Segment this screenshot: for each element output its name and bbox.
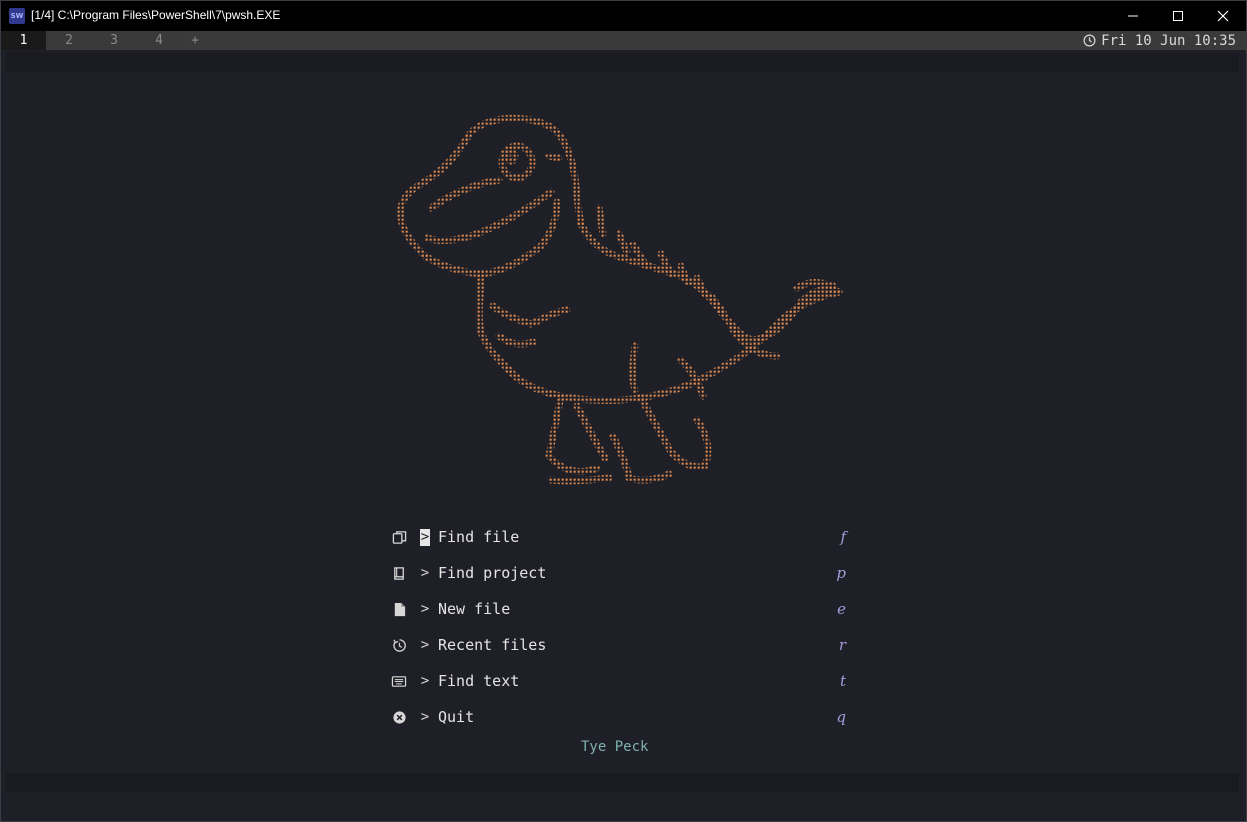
- maximize-button[interactable]: [1155, 1, 1201, 31]
- shortcut-key: e: [837, 600, 846, 618]
- footer-author: Tye Peck: [581, 739, 649, 755]
- clock-icon: [1083, 34, 1096, 47]
- menu-item-label: New file: [438, 600, 511, 618]
- tab-bar: 1 2 3 4 + Fri 10 Jun 10:35: [1, 31, 1246, 50]
- shortcut-key: t: [839, 672, 846, 690]
- menu-item-new-file[interactable]: > New file e: [391, 591, 846, 627]
- tab-4[interactable]: 4: [146, 31, 172, 50]
- menu-item-find-project[interactable]: > Find project p: [391, 555, 846, 591]
- menu-item-label: Recent files: [438, 636, 547, 654]
- files-icon: [391, 529, 407, 545]
- close-circle-icon: [391, 709, 407, 725]
- shortcut-key: p: [836, 564, 846, 582]
- cursor-arrow: >: [420, 529, 430, 546]
- window-title: [1/4] C:\Program Files\PowerShell\7\pwsh…: [31, 8, 281, 22]
- menu-item-recent-files[interactable]: > Recent files r: [391, 627, 846, 663]
- menu-arrow: >: [420, 601, 430, 617]
- shortcut-key: r: [838, 636, 846, 654]
- dashboard-menu: > Find file f > Find project p > New fil…: [391, 519, 846, 735]
- minimize-button[interactable]: [1110, 1, 1156, 31]
- tab-3[interactable]: 3: [101, 31, 127, 50]
- terminal-window: SW [1/4] C:\Program Files\PowerShell\7\p…: [0, 0, 1247, 822]
- close-button[interactable]: [1200, 1, 1246, 31]
- menu-arrow: >: [420, 673, 430, 689]
- menu-item-label: Quit: [438, 708, 475, 726]
- maximize-icon: [1173, 11, 1183, 21]
- title-bar[interactable]: SW [1/4] C:\Program Files\PowerShell\7\p…: [1, 1, 1246, 31]
- menu-item-label: Find text: [438, 672, 520, 690]
- file-icon: [391, 601, 407, 617]
- shortcut-key: f: [840, 528, 846, 546]
- menu-item-label: Find file: [438, 528, 520, 546]
- menu-arrow: >: [420, 565, 430, 581]
- tab-2[interactable]: 2: [56, 31, 82, 50]
- close-icon: [1217, 10, 1229, 22]
- top-line: [6, 52, 1239, 72]
- clock: Fri 10 Jun 10:35: [1083, 31, 1236, 50]
- menu-arrow: >: [420, 709, 430, 725]
- book-icon: [391, 565, 407, 581]
- menu-item-find-text[interactable]: > Find text t: [391, 663, 846, 699]
- status-line: [6, 773, 1239, 792]
- minimize-icon: [1128, 15, 1138, 17]
- tab-1[interactable]: 1: [1, 31, 46, 50]
- dinosaur-ascii-art: [397, 114, 843, 485]
- history-icon: [391, 637, 407, 653]
- app-icon: SW: [9, 8, 25, 24]
- menu-item-find-file[interactable]: > Find file f: [391, 519, 846, 555]
- clock-text: Fri 10 Jun 10:35: [1101, 32, 1236, 49]
- menu-item-label: Find project: [438, 564, 547, 582]
- menu-item-quit[interactable]: > Quit q: [391, 699, 846, 735]
- menu-arrow: >: [420, 637, 430, 653]
- new-tab-button[interactable]: +: [183, 31, 207, 50]
- keyboard-icon: [391, 673, 407, 689]
- shortcut-key: q: [836, 708, 846, 726]
